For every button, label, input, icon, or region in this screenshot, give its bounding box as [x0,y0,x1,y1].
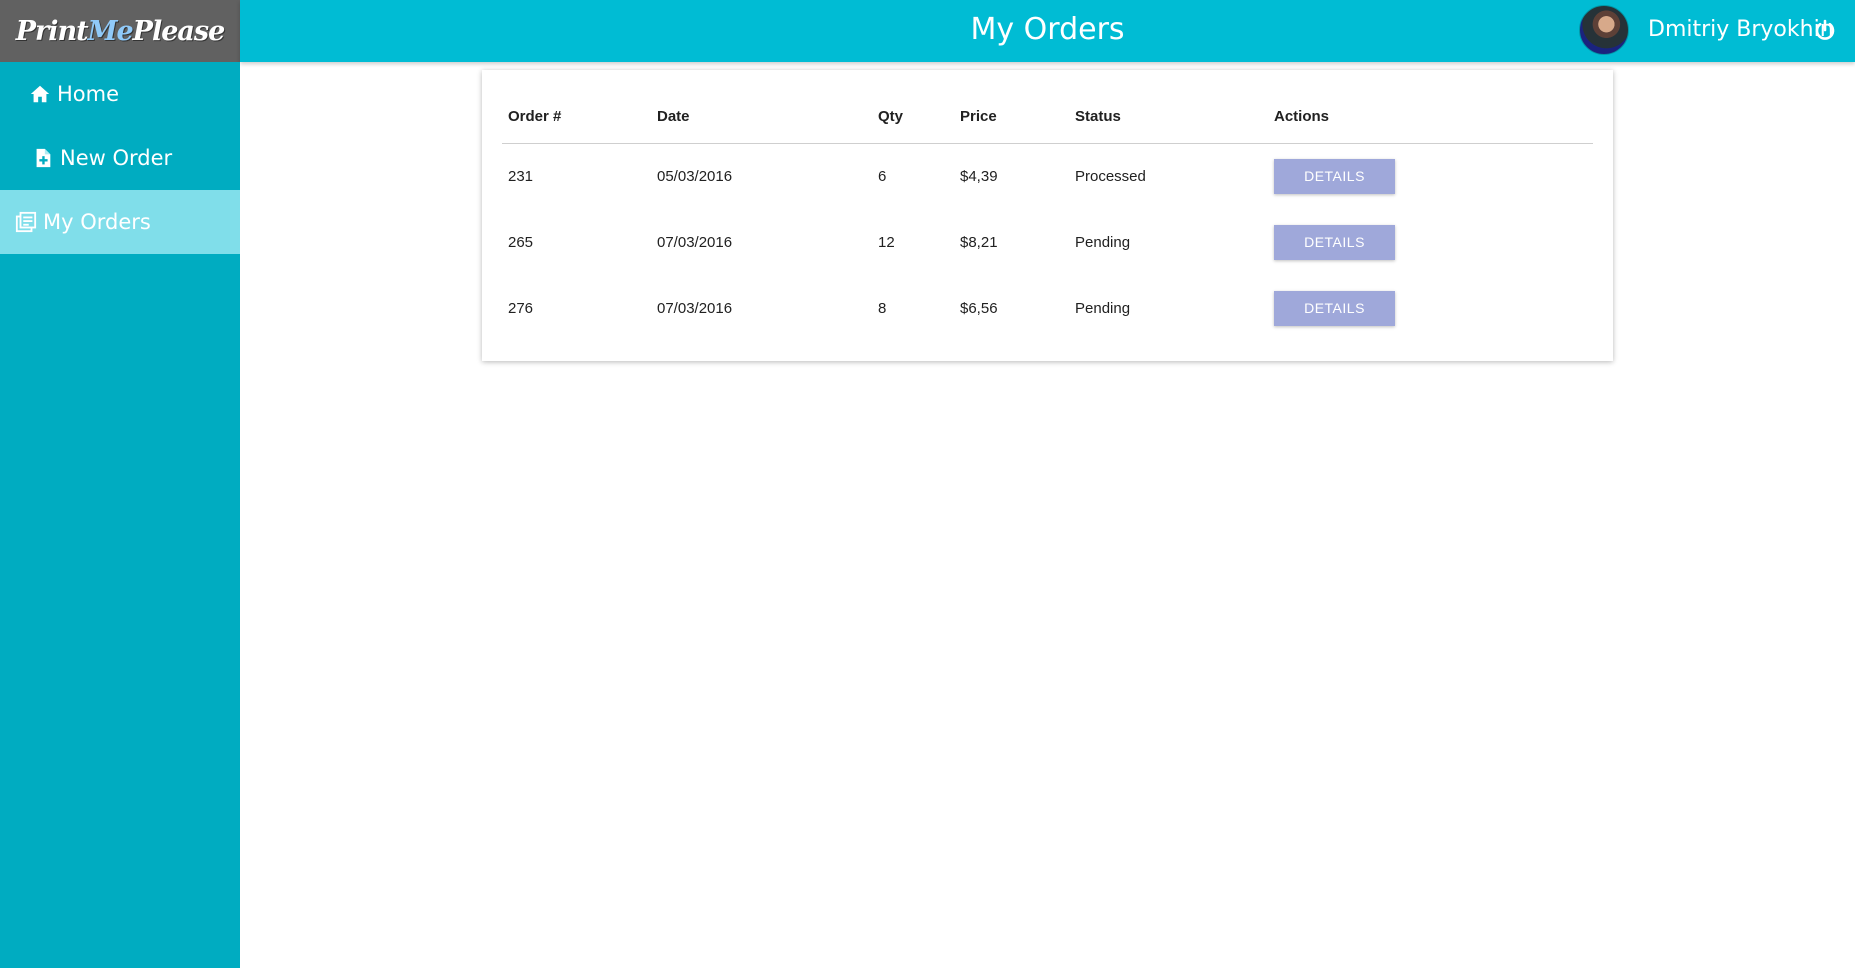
order-date: 07/03/2016 [657,233,733,251]
sidebar: Home New Order My Orders [0,62,240,968]
order-date: 07/03/2016 [657,299,733,317]
details-button[interactable]: DETAILS [1274,224,1395,260]
sidebar-item-label: New Order [60,146,173,170]
order-date: 05/03/2016 [657,167,733,185]
user-name[interactable]: Dmitriy Bryokhin [1648,0,1834,60]
column-header-price[interactable]: Price [954,90,1069,144]
order-number: 231 [508,167,534,185]
order-qty: 8 [878,299,887,317]
column-header-date[interactable]: Date [651,90,872,144]
details-button[interactable]: DETAILS [1274,290,1395,326]
order-price: $8,21 [960,233,998,251]
sidebar-item-new-order[interactable]: New Order [0,126,240,190]
details-button[interactable]: DETAILS [1274,158,1395,194]
table-row: 265 07/03/2016 12 $8,21 Pending DETAILS [502,209,1593,275]
column-header-qty[interactable]: Qty [872,90,954,144]
orders-table: Order # Date Qty Price Status Actions 23… [502,90,1593,341]
order-number: 276 [508,299,534,317]
table-row: 231 05/03/2016 6 $4,39 Processed DETAILS [502,143,1593,209]
table-row: 276 07/03/2016 8 $6,56 Pending DETAILS [502,275,1593,341]
top-app-bar: My Orders Dmitriy Bryokhin [240,0,1855,62]
table-header-row: Order # Date Qty Price Status Actions [502,90,1593,144]
sidebar-item-label: Home [57,82,120,106]
home-icon [30,85,50,103]
order-status: Pending [1075,233,1131,251]
order-price: $4,39 [960,167,998,185]
column-header-actions: Actions [1268,90,1593,144]
column-header-order[interactable]: Order # [502,90,651,144]
order-status: Processed [1075,167,1146,185]
orders-list-icon [15,211,37,233]
logo-text: PrintMePlease [15,15,226,47]
column-header-status[interactable]: Status [1069,90,1268,144]
order-number: 265 [508,233,534,251]
order-actions: DETAILS [1268,143,1593,209]
power-icon[interactable] [1813,18,1837,42]
avatar[interactable] [1579,5,1629,55]
order-status: Pending [1075,299,1131,317]
new-file-icon [36,148,51,168]
sidebar-item-my-orders[interactable]: My Orders [0,190,240,254]
order-price: $6,56 [960,299,998,317]
order-qty: 12 [878,233,895,251]
order-actions: DETAILS [1268,209,1593,275]
sidebar-item-home[interactable]: Home [0,62,240,126]
sidebar-item-label: My Orders [43,210,151,234]
order-actions: DETAILS [1268,275,1593,341]
app-logo[interactable]: PrintMePlease [0,0,240,62]
order-qty: 6 [878,167,887,185]
orders-card: Order # Date Qty Price Status Actions 23… [482,70,1613,361]
